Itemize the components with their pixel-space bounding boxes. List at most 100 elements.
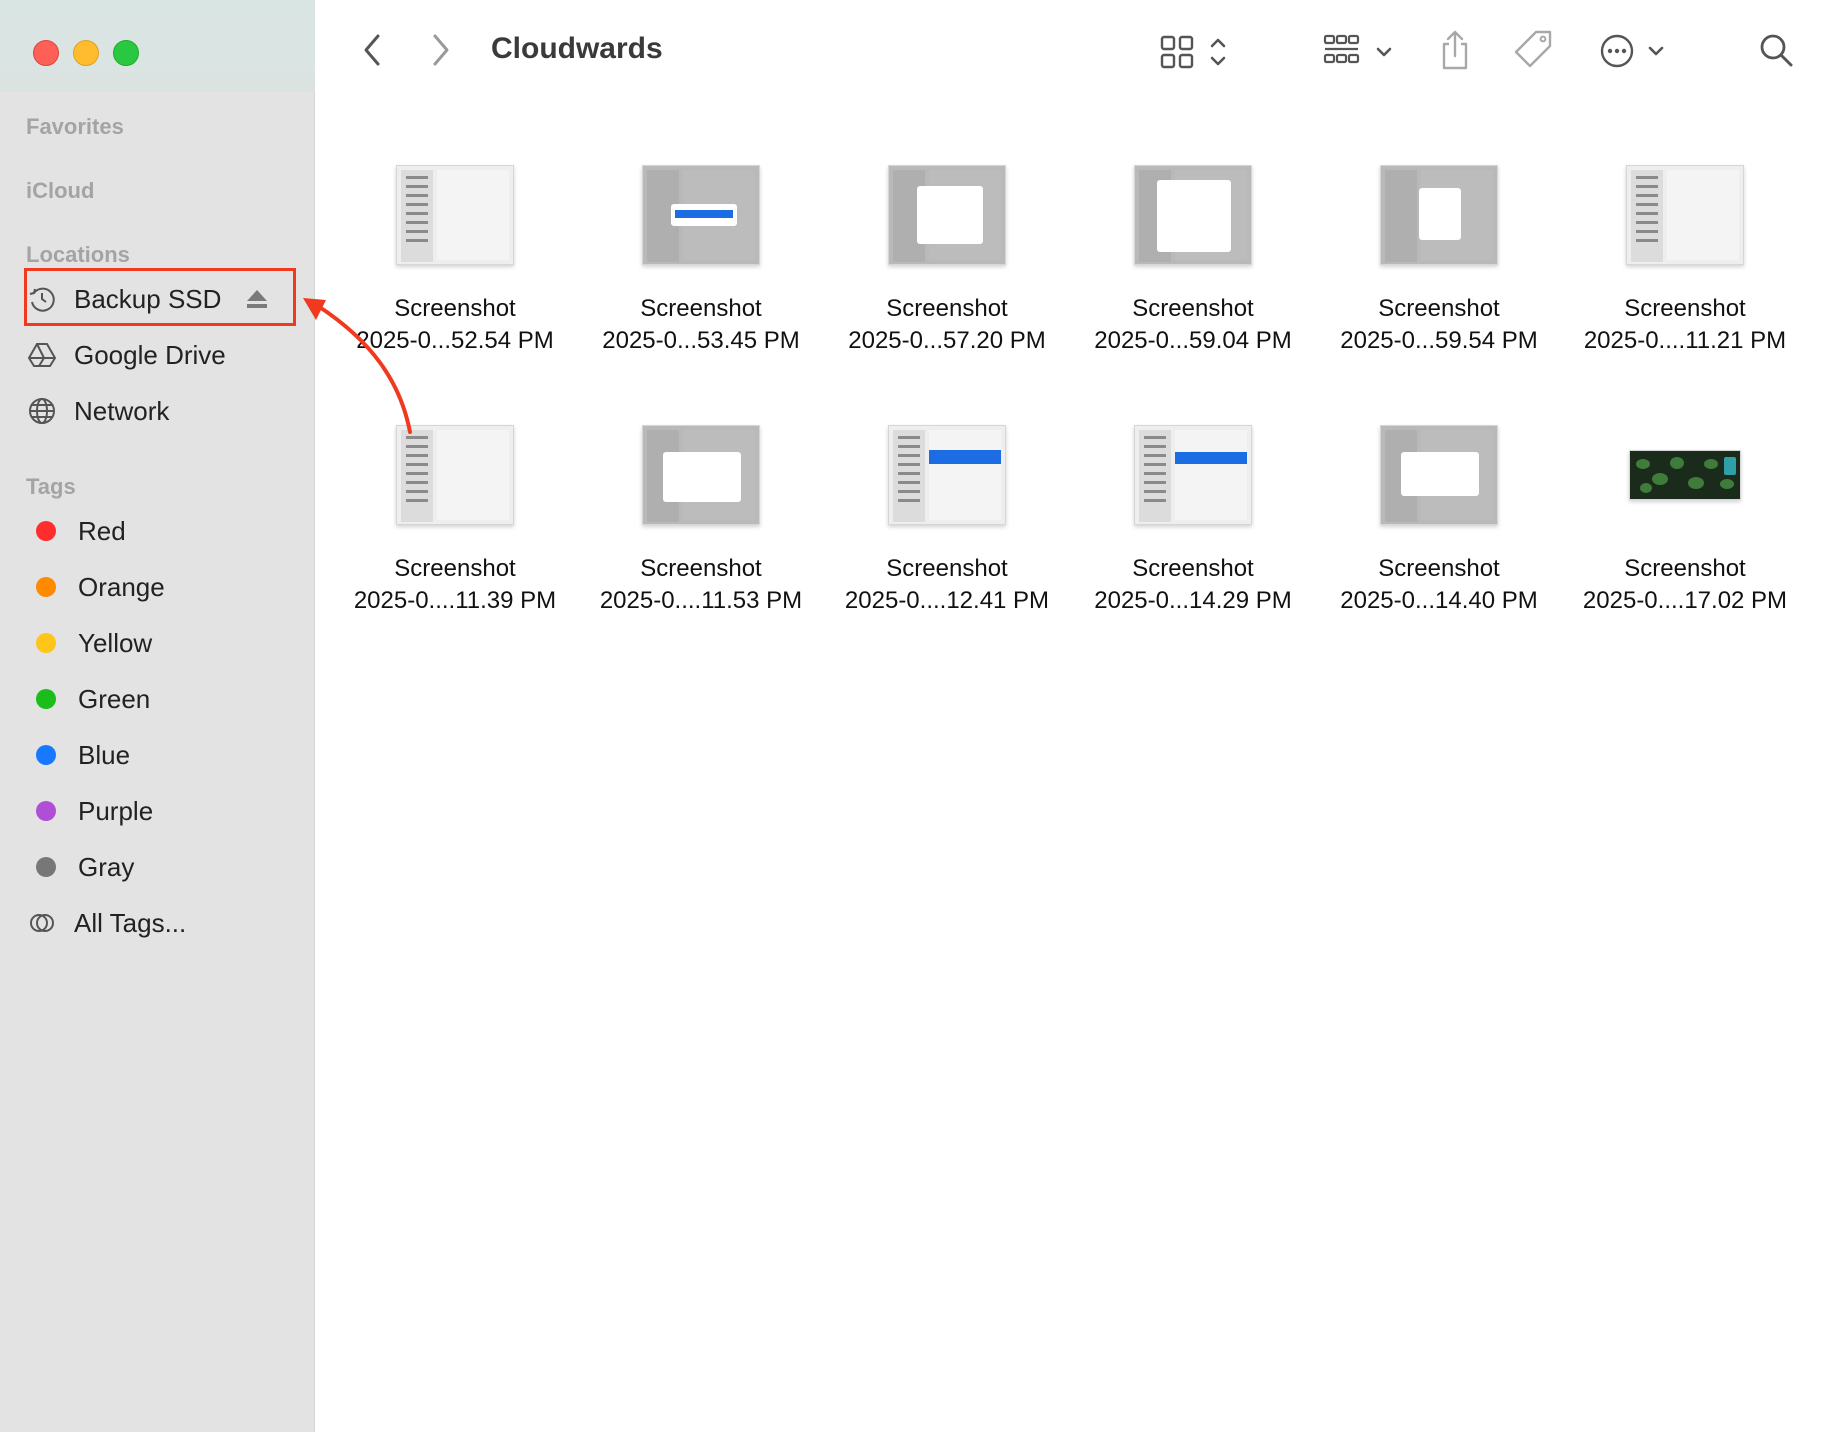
- sidebar-item-tag-red[interactable]: Red: [26, 508, 294, 554]
- group-grid-icon: [1323, 34, 1360, 64]
- close-window-button[interactable]: [33, 40, 59, 66]
- file-name-line1: Screenshot: [1132, 295, 1254, 322]
- file-thumbnail: [396, 425, 514, 525]
- file-name-line2: 2025-0....11.21 PM: [1583, 327, 1787, 354]
- sidebar-item-google-drive[interactable]: Google Drive: [26, 332, 294, 378]
- tag-color-dot: [36, 689, 56, 709]
- minimize-window-button[interactable]: [73, 40, 99, 66]
- sidebar-item-label: All Tags...: [74, 907, 187, 938]
- share-icon: [1442, 30, 1468, 70]
- file-name-line2: 2025-0...59.04 PM: [1094, 327, 1292, 354]
- group-by-button[interactable]: [1322, 32, 1398, 72]
- file-thumbnail: [888, 165, 1006, 265]
- locations-section-label[interactable]: Locations: [26, 242, 130, 268]
- sidebar-item-label: Red: [78, 515, 126, 546]
- window-title: Cloudwards: [491, 32, 663, 65]
- tag-icon: [1514, 30, 1552, 68]
- file-item[interactable]: Screenshot 2025-0...14.40 PM: [1324, 425, 1554, 617]
- sidebar-item-label: Yellow: [78, 627, 153, 658]
- file-name-line2: 2025-0....11.53 PM: [599, 587, 803, 614]
- file-name-line1: Screenshot: [886, 295, 1008, 322]
- file-name-line1: Screenshot: [394, 555, 516, 582]
- file-item[interactable]: Screenshot 2025-0...53.45 PM: [586, 165, 816, 357]
- file-item[interactable]: Screenshot 2025-0....17.02 PM: [1570, 425, 1800, 617]
- file-name-line2: 2025-0...59.54 PM: [1340, 327, 1538, 354]
- file-name-line1: Screenshot: [886, 555, 1008, 582]
- sidebar-item-label: Blue: [78, 739, 131, 770]
- file-item[interactable]: Screenshot 2025-0...59.54 PM: [1324, 165, 1554, 357]
- sidebar-item-label: Purple: [78, 795, 154, 826]
- chevron-left-icon: [364, 34, 380, 66]
- file-thumbnail: [1380, 425, 1498, 525]
- file-item[interactable]: Screenshot 2025-0...57.20 PM: [832, 165, 1062, 357]
- back-button[interactable]: [355, 32, 389, 68]
- file-thumbnail: [1134, 165, 1252, 265]
- file-name-line2: 2025-0....17.02 PM: [1582, 587, 1788, 614]
- share-button[interactable]: [1438, 28, 1472, 72]
- view-mode-button[interactable]: [1158, 32, 1236, 72]
- file-name-line2: 2025-0...52.54 PM: [356, 327, 554, 354]
- file-item[interactable]: Screenshot 2025-0...14.29 PM: [1078, 425, 1308, 617]
- file-item[interactable]: Screenshot 2025-0...52.54 PM: [340, 165, 570, 357]
- more-actions-button[interactable]: [1600, 30, 1670, 72]
- sidebar-item-tag-green[interactable]: Green: [26, 676, 294, 722]
- file-item[interactable]: Screenshot 2025-0....12.41 PM: [832, 425, 1062, 617]
- grid-view-icon: [1160, 35, 1194, 69]
- sidebar-item-label: Google Drive: [74, 339, 226, 370]
- sidebar-item-label: Network: [74, 395, 170, 426]
- sidebar-item-tag-gray[interactable]: Gray: [26, 844, 294, 890]
- favorites-section-label[interactable]: Favorites: [26, 114, 124, 140]
- tags-section-label[interactable]: Tags: [26, 474, 76, 500]
- file-name-line1: Screenshot: [394, 295, 516, 322]
- tag-color-dot: [36, 521, 56, 541]
- file-name-line2: 2025-0...14.29 PM: [1094, 587, 1292, 614]
- tag-color-dot: [36, 857, 56, 877]
- sidebar-item-tag-orange[interactable]: Orange: [26, 564, 294, 610]
- file-thumbnail: [642, 425, 760, 525]
- sidebar-item-label: Gray: [78, 851, 135, 882]
- file-name-line1: Screenshot: [1378, 555, 1500, 582]
- sidebar-item-tag-blue[interactable]: Blue: [26, 732, 294, 778]
- sidebar-item-all-tags[interactable]: All Tags...: [26, 900, 294, 946]
- sidebar-item-tag-purple[interactable]: Purple: [26, 788, 294, 834]
- file-item[interactable]: Screenshot 2025-0....11.53 PM: [586, 425, 816, 617]
- file-thumbnail: [1380, 165, 1498, 265]
- icloud-section-label[interactable]: iCloud: [26, 178, 94, 204]
- file-name-line1: Screenshot: [640, 295, 762, 322]
- sidebar-item-network[interactable]: Network: [26, 388, 294, 434]
- zoom-window-button[interactable]: [113, 40, 139, 66]
- file-name-line2: 2025-0...57.20 PM: [848, 327, 1046, 354]
- sidebar: Favorites iCloud Locations Backup SSD Go…: [0, 0, 315, 1432]
- chevron-down-icon: [1376, 47, 1392, 57]
- file-name-line2: 2025-0...14.40 PM: [1340, 587, 1538, 614]
- tag-color-dot: [36, 577, 56, 597]
- sidebar-item-label: Green: [78, 683, 151, 714]
- forward-button[interactable]: [424, 32, 458, 68]
- search-icon: [1760, 34, 1793, 67]
- file-item[interactable]: Screenshot 2025-0...59.04 PM: [1078, 165, 1308, 357]
- file-name-line1: Screenshot: [1624, 295, 1746, 322]
- sidebar-item-tag-yellow[interactable]: Yellow: [26, 620, 294, 666]
- all-tags-icon: [26, 907, 58, 939]
- file-name-line1: Screenshot: [640, 555, 762, 582]
- file-thumbnail: [888, 425, 1006, 525]
- tag-color-dot: [36, 633, 56, 653]
- sidebar-item-label: Orange: [78, 571, 165, 602]
- file-name-line1: Screenshot: [1132, 555, 1254, 582]
- file-name-line2: 2025-0....12.41 PM: [844, 587, 1050, 614]
- tag-button[interactable]: [1512, 28, 1556, 72]
- globe-icon: [26, 395, 58, 427]
- file-thumbnail: [396, 165, 514, 265]
- file-name-line1: Screenshot: [1624, 555, 1746, 582]
- file-item[interactable]: Screenshot 2025-0....11.39 PM: [340, 425, 570, 617]
- chevron-down-icon: [1648, 46, 1664, 56]
- ellipsis-circle-icon: [1600, 34, 1634, 68]
- file-thumbnail: [1626, 165, 1744, 265]
- search-button[interactable]: [1758, 32, 1794, 68]
- file-thumbnail: [642, 165, 760, 265]
- file-item[interactable]: Screenshot 2025-0....11.21 PM: [1570, 165, 1800, 357]
- tag-color-dot: [36, 801, 56, 821]
- tag-color-dot: [36, 745, 56, 765]
- chevron-right-icon: [433, 34, 449, 66]
- file-name-line1: Screenshot: [1378, 295, 1500, 322]
